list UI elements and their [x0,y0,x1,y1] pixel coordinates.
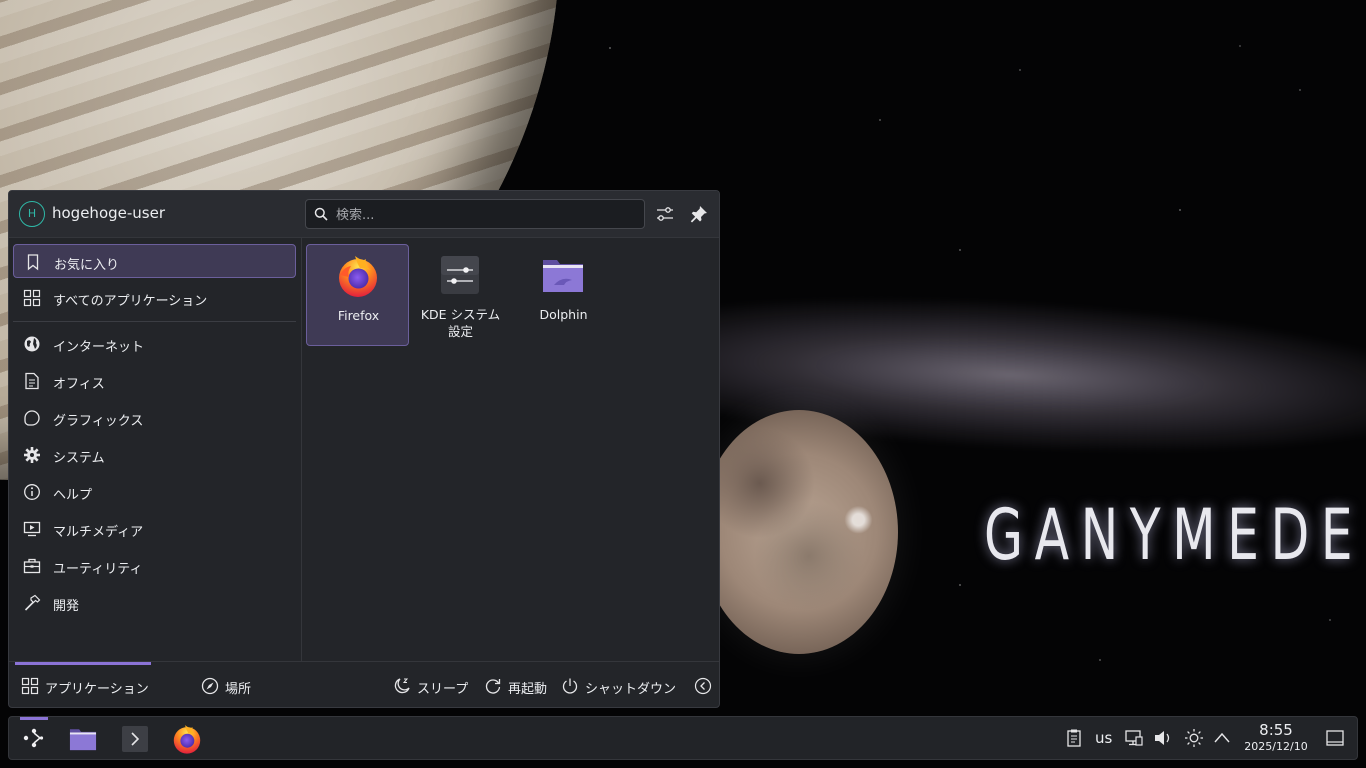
chevron-up-icon[interactable] [1212,728,1232,748]
search-icon [314,207,328,221]
category-sidebar: お気に入り すべてのアプリケーション インターネット オフィス グラフィックス … [9,238,302,661]
category-label: ヘルプ [53,488,93,503]
restart-icon [485,679,501,694]
settings-icon [441,256,479,294]
kde-launcher-icon [23,728,44,748]
favorites-grid: Firefox KDE システム 設定 Dolphin [302,238,719,661]
taskbar-konsole[interactable] [113,717,157,759]
category-label: マルチメディア [53,525,144,540]
multimedia-icon [23,521,41,537]
category-multimedia[interactable]: マルチメディア [13,512,296,546]
info-icon [24,484,40,500]
clock-time[interactable]: 8:55 [1241,721,1311,739]
taskbar-firefox[interactable] [165,717,209,759]
show-desktop-icon[interactable] [1325,728,1345,748]
category-label: ユーティリティ [53,562,143,577]
category-label: システム [53,451,105,466]
wallpaper-title: GANYMEDE [984,494,1365,576]
search-input[interactable] [334,203,638,227]
sleep-icon [394,678,410,694]
configure-icon[interactable] [655,204,675,224]
launcher-header: H hogehoge-user [9,191,719,238]
power-label: 再起動 [508,682,548,697]
tab-applications[interactable]: アプリケーション [15,662,155,707]
brightness-icon[interactable] [1184,728,1204,748]
grid-icon [21,677,39,695]
category-system[interactable]: システム [13,438,296,472]
category-label: 開発 [53,599,80,614]
app-dolphin[interactable]: Dolphin [512,244,615,346]
keyboard-layout-indicator[interactable]: us [1095,729,1112,747]
toolbox-icon [23,558,41,574]
category-label: グラフィックス [53,414,144,429]
category-all-applications[interactable]: すべてのアプリケーション [13,281,296,315]
app-kde-system-settings[interactable]: KDE システム 設定 [409,244,512,346]
category-utilities[interactable]: ユーティリティ [13,549,296,583]
app-firefox[interactable]: Firefox [306,244,409,346]
power-label: スリープ [417,682,469,697]
document-icon [25,372,39,390]
volume-icon[interactable] [1153,728,1173,748]
category-label: お気に入り [54,258,120,273]
app-label: Firefox [337,308,380,323]
avatar[interactable]: H [19,201,45,227]
clock-date[interactable]: 2025/12/10 [1241,740,1311,753]
firefox-icon [339,256,377,297]
terminal-icon [122,726,148,752]
pin-icon[interactable] [689,204,709,224]
username[interactable]: hogehoge-user [52,204,165,222]
shutdown-button[interactable]: シャットダウン [561,675,679,699]
category-internet[interactable]: インターネット [13,327,296,361]
launcher-footer: アプリケーション 場所 スリープ 再起動 シャットダウン [9,661,719,707]
category-development[interactable]: 開発 [13,586,296,620]
tab-label: アプリケーション [45,682,149,697]
category-favorites[interactable]: お気に入り [13,244,296,278]
taskbar: us 8:55 2025/12/10 [8,716,1358,760]
folder-icon [543,260,583,292]
compass-icon [201,677,219,695]
gear-icon [24,447,40,463]
firefox-icon [173,725,201,754]
power-icon [562,678,578,694]
graphics-icon [24,410,40,426]
category-label: オフィス [53,377,105,392]
category-help[interactable]: ヘルプ [13,475,296,509]
sleep-button[interactable]: スリープ [393,675,471,699]
chevron-left-icon[interactable] [694,677,712,695]
power-label: シャットダウン [585,682,677,697]
hammer-icon [24,594,41,611]
network-icon[interactable] [1124,728,1144,748]
category-label: インターネット [53,340,145,355]
category-graphics[interactable]: グラフィックス [13,401,296,435]
grid-icon [23,289,41,307]
taskbar-dolphin[interactable] [61,717,105,759]
category-divider [13,321,296,322]
app-label: KDE システム 設定 [420,307,501,339]
tab-places[interactable]: 場所 [193,662,273,707]
app-label: Dolphin [539,307,588,322]
restart-button[interactable]: 再起動 [484,675,552,699]
folder-icon [69,729,97,751]
globe-icon [24,336,40,352]
tab-label: 場所 [225,682,252,697]
application-launcher: H hogehoge-user お気に入り [8,190,720,708]
category-office[interactable]: オフィス [13,364,296,398]
search-box[interactable] [305,199,645,229]
category-label: すべてのアプリケーション [53,294,208,309]
ganymede-moon-image [700,410,898,654]
bookmark-icon [27,254,39,271]
application-launcher-button[interactable] [12,717,56,759]
clipboard-icon[interactable] [1064,728,1084,748]
